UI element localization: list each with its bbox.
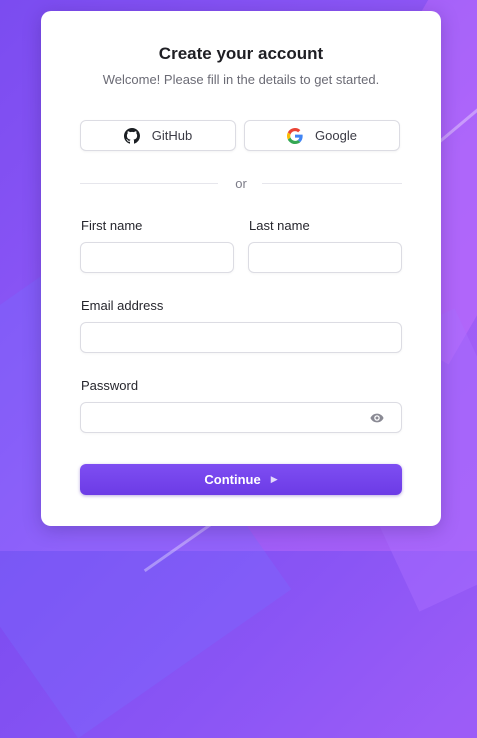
last-name-label: Last name xyxy=(249,218,310,233)
eye-icon[interactable] xyxy=(370,411,384,425)
page-title: Create your account xyxy=(158,44,324,63)
email-label: Email address xyxy=(81,298,164,313)
caret-right-icon: ▶ xyxy=(270,474,278,484)
page-subtitle: Welcome! Please fill in the details to g… xyxy=(102,72,380,87)
github-icon xyxy=(123,127,140,144)
google-button[interactable]: Google xyxy=(244,120,400,151)
continue-button-label: Continue xyxy=(204,472,261,487)
last-name-field[interactable] xyxy=(248,242,402,273)
github-button-label: GitHub xyxy=(151,128,193,143)
password-field[interactable] xyxy=(80,402,402,433)
password-label: Password xyxy=(81,378,139,393)
google-button-label: Google xyxy=(315,128,357,143)
first-name-field[interactable] xyxy=(80,242,234,273)
continue-button[interactable]: Continue ▶ xyxy=(80,464,402,495)
divider-line xyxy=(262,183,402,184)
first-name-label: First name xyxy=(81,218,143,233)
github-button[interactable]: GitHub xyxy=(80,120,236,151)
google-icon xyxy=(287,127,303,144)
background-line xyxy=(143,517,220,573)
signup-card: Create your account Welcome! Please fill… xyxy=(41,11,441,526)
email-field[interactable] xyxy=(80,322,402,353)
